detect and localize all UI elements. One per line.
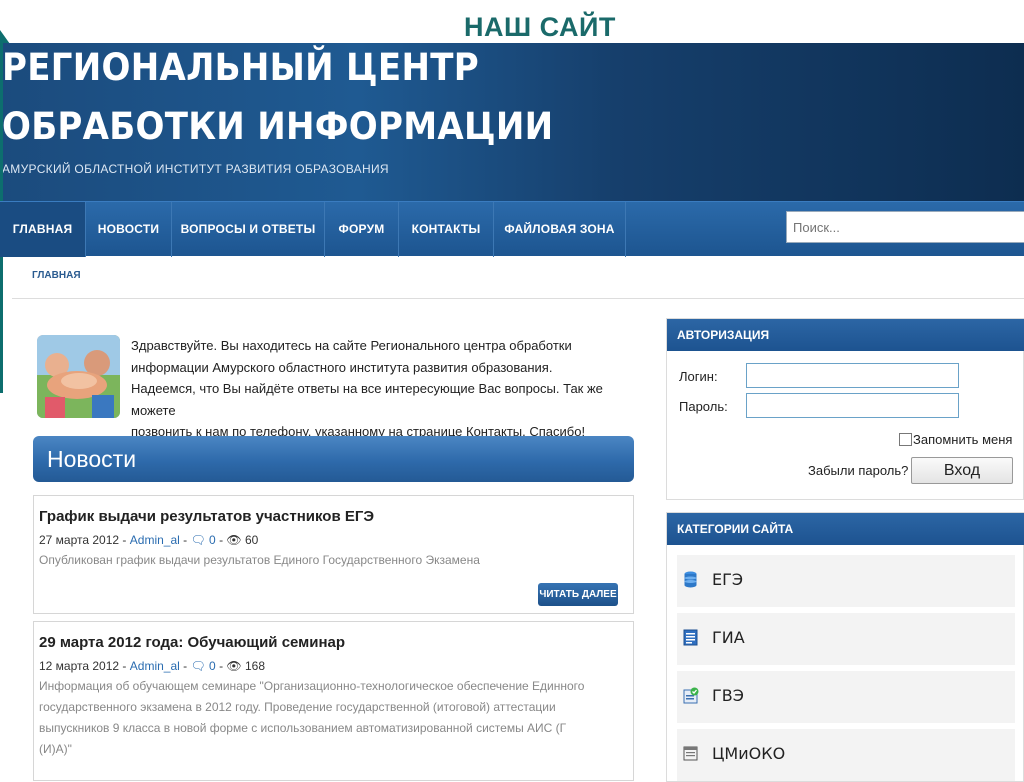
comments-count[interactable]: 0 <box>209 533 216 547</box>
document-list-icon <box>683 629 698 646</box>
views-count: 168 <box>244 659 266 673</box>
remember-checkbox[interactable] <box>899 433 912 446</box>
remember-label[interactable]: Запомнить меня <box>913 432 1012 447</box>
login-button[interactable]: Вход <box>911 457 1013 484</box>
news-item-title[interactable]: График выдачи результатов участников ЕГЭ <box>39 508 374 525</box>
nav-item-forum[interactable]: ФОРУМ <box>325 202 399 257</box>
category-item-gia[interactable]: ГИА <box>677 613 1015 665</box>
news-item-meta: 27 марта 2012 - Admin_al - 🗨 0 - 👁 60 <box>39 533 259 547</box>
news-item-title[interactable]: 29 марта 2012 года: Обучающий семинар <box>39 634 345 651</box>
slide-title: НАШ САЙТ <box>464 12 616 42</box>
comment-icon: 🗨 <box>190 659 206 673</box>
read-more-button[interactable]: ЧИТАТЬ ДАЛЕЕ <box>538 583 618 606</box>
category-item-cmioko[interactable]: ЦМиОКО <box>677 729 1015 781</box>
news-item-body: Информация об обучающем семинаре "Органи… <box>39 679 585 756</box>
site-header: РЕГИОНАЛЬНЫЙ ЦЕНТР ОБРАБОТКИ ИНФОРМАЦИИ … <box>0 43 1024 201</box>
categories-panel-header: КАТЕГОРИИ САЙТА <box>667 513 1024 545</box>
author-link[interactable]: Admin_al <box>130 533 180 547</box>
news-item-meta: 12 марта 2012 - Admin_al - 🗨 0 - 👁 168 <box>39 659 266 673</box>
forgot-password-link[interactable]: Забыли пароль? <box>808 463 908 478</box>
nav-item-contacts[interactable]: КОНТАКТЫ <box>399 202 494 257</box>
nav-item-home[interactable]: ГЛАВНАЯ <box>0 202 86 257</box>
login-label: Логин: <box>679 369 718 384</box>
comment-icon: 🗨 <box>190 533 206 547</box>
news-item: 29 марта 2012 года: Обучающий семинар 12… <box>33 621 634 781</box>
site-subtitle: АМУРСКИЙ ОБЛАСТНОЙ ИНСТИТУТ РАЗВИТИЯ ОБР… <box>2 162 389 176</box>
news-section-title: Новости <box>47 446 137 472</box>
window-icon <box>683 745 698 762</box>
news-item-body: Опубликован график выдачи результатов Ед… <box>39 553 480 567</box>
database-icon <box>683 571 698 588</box>
comments-count[interactable]: 0 <box>209 659 216 673</box>
auth-panel-header: АВТОРИЗАЦИЯ <box>667 319 1024 351</box>
welcome-text: Здравствуйте. Вы находитесь на сайте Рег… <box>131 338 603 439</box>
nav-item-files[interactable]: ФАЙЛОВАЯ ЗОНА <box>494 202 626 257</box>
news-section-header: Новости <box>33 436 634 482</box>
eye-icon: 👁 <box>226 659 242 673</box>
divider <box>12 298 1024 299</box>
breadcrumb[interactable]: ГЛАВНАЯ <box>32 270 81 281</box>
news-item: График выдачи результатов участников ЕГЭ… <box>33 495 634 614</box>
nav-item-faq[interactable]: ВОПРОСЫ И ОТВЕТЫ <box>172 202 325 257</box>
site-title-line2: ОБРАБОТКИ ИНФОРМАЦИИ <box>2 105 554 148</box>
views-count: 60 <box>244 533 259 547</box>
login-input[interactable] <box>746 363 959 388</box>
slide-title-bar: НАШ САЙТ <box>0 0 1024 43</box>
site-title-line1: РЕГИОНАЛЬНЫЙ ЦЕНТР <box>2 46 479 89</box>
search-input[interactable] <box>786 211 1024 243</box>
eye-icon: 👁 <box>226 533 242 547</box>
category-item-gve[interactable]: ГВЭ <box>677 671 1015 723</box>
category-label: ГВЭ <box>712 686 744 705</box>
password-label: Пароль: <box>679 399 728 414</box>
password-input[interactable] <box>746 393 959 418</box>
checklist-icon <box>683 687 699 704</box>
author-link[interactable]: Admin_al <box>130 659 180 673</box>
category-label: ЕГЭ <box>712 570 744 589</box>
category-label: ЦМиОКО <box>712 744 786 763</box>
category-label: ГИА <box>712 628 745 647</box>
nav-item-news[interactable]: НОВОСТИ <box>86 202 172 257</box>
category-item-ege[interactable]: ЕГЭ <box>677 555 1015 607</box>
welcome-image <box>37 335 120 418</box>
